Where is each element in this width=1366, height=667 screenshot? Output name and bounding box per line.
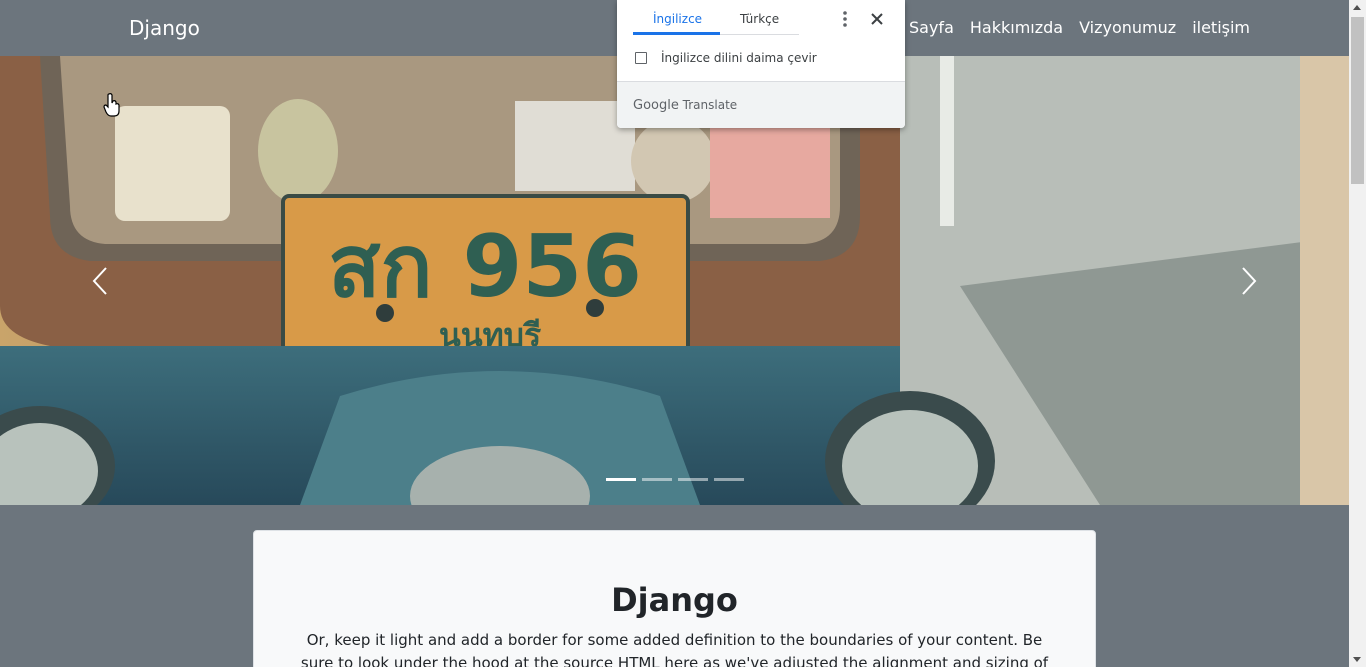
nav-link-vizyonumuz[interactable]: Vizyonumuz xyxy=(1079,18,1176,37)
translate-tabs: İngilizce Türkçe xyxy=(633,0,799,35)
translate-wordmark: Translate xyxy=(682,98,738,112)
always-translate-checkbox[interactable] xyxy=(635,52,647,64)
carousel-indicators xyxy=(606,478,744,481)
close-icon[interactable] xyxy=(867,9,887,29)
card-text: Or, keep it light and add a border for s… xyxy=(300,631,1049,667)
content-card: Django Or, keep it light and add a borde… xyxy=(253,530,1096,667)
carousel-next-button[interactable] xyxy=(1149,56,1349,505)
scroll-up-arrow-icon[interactable] xyxy=(1353,5,1361,10)
always-translate-option[interactable]: İngilizce dilini daima çevir xyxy=(635,51,817,65)
nav-links: Sayfa Hakkımızda Vizyonumuz iletişim xyxy=(909,18,1250,37)
more-options-icon[interactable] xyxy=(839,9,851,29)
google-wordmark: Google xyxy=(633,98,679,113)
scroll-down-arrow-icon[interactable] xyxy=(1353,657,1361,662)
chevron-right-icon xyxy=(1242,266,1257,295)
scrollbar-thumb[interactable] xyxy=(1351,17,1364,184)
carousel-prev-button[interactable] xyxy=(0,56,200,505)
carousel-indicator-3[interactable] xyxy=(678,478,708,481)
hand-cursor-icon xyxy=(103,93,120,117)
active-tab-indicator xyxy=(633,32,720,35)
nav-link-iletisim[interactable]: iletişim xyxy=(1192,18,1250,37)
brand-logo[interactable]: Django xyxy=(129,16,200,40)
google-translate-popup: İngilizce Türkçe İngilizce dilini daima … xyxy=(617,0,905,128)
always-translate-label: İngilizce dilini daima çevir xyxy=(661,51,817,65)
chevron-left-icon xyxy=(92,266,107,295)
tab-target-language[interactable]: Türkçe xyxy=(740,12,779,26)
nav-link-hakkimizda[interactable]: Hakkımızda xyxy=(970,18,1063,37)
carousel-indicator-1[interactable] xyxy=(606,478,636,481)
carousel-indicator-4[interactable] xyxy=(714,478,744,481)
nav-link-sayfa[interactable]: Sayfa xyxy=(909,18,954,37)
translate-footer: Google Translate xyxy=(617,81,905,128)
tab-source-language[interactable]: İngilizce xyxy=(653,12,702,26)
page-scrollbar[interactable] xyxy=(1349,0,1366,667)
google-translate-logo: Google Translate xyxy=(633,98,737,113)
carousel-indicator-2[interactable] xyxy=(642,478,672,481)
card-title: Django xyxy=(611,581,738,619)
